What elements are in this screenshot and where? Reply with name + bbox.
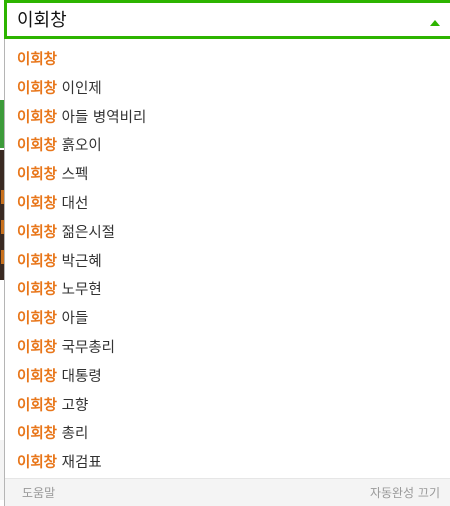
suggestion-highlight: 이회창: [17, 109, 58, 126]
suggestion-highlight: 이회창: [17, 52, 58, 68]
arrow-up-icon[interactable]: [430, 20, 440, 26]
suggestion-rest: 총리: [57, 426, 89, 443]
suggestion-rest: 이인제: [57, 80, 102, 97]
dropdown-footer: 도움말 자동완성 끄기: [5, 478, 450, 506]
suggestion-item[interactable]: 이회창 총리: [5, 420, 450, 449]
suggestion-item[interactable]: 이회창 흙오이: [5, 132, 450, 161]
suggestion-highlight: 이회창: [17, 138, 58, 155]
autocomplete-off-button[interactable]: 자동완성 끄기: [370, 484, 440, 501]
suggestion-highlight: 이회창: [17, 167, 58, 184]
suggestion-item[interactable]: 이회창 젊은시절: [5, 219, 450, 248]
suggestion-highlight: 이회창: [17, 426, 58, 443]
suggestion-item[interactable]: 이회창 재검표: [5, 449, 450, 478]
suggestion-item[interactable]: 이회창 아들 병역비리: [5, 104, 450, 133]
suggestion-rest: 대통령: [57, 368, 102, 385]
suggestion-highlight: 이회창: [17, 339, 58, 356]
suggestion-item[interactable]: 이회창 박근혜: [5, 248, 450, 277]
suggestion-highlight: 이회창: [17, 397, 58, 414]
suggestion-rest: 아들: [57, 311, 89, 328]
suggestion-rest: 아들 병역비리: [57, 109, 147, 126]
suggestion-rest: 고향: [57, 397, 89, 414]
suggestion-highlight: 이회창: [17, 282, 58, 299]
suggestion-item[interactable]: 이회창 고향: [5, 392, 450, 421]
help-link[interactable]: 도움말: [22, 484, 55, 501]
suggestion-rest: 스펙: [57, 167, 89, 184]
search-box[interactable]: 이회창: [4, 0, 450, 39]
suggestion-rest: 젊은시절: [57, 224, 115, 241]
suggestion-highlight: 이회창: [17, 80, 58, 97]
suggestion-highlight: 이회창: [17, 311, 58, 328]
search-input[interactable]: 이회창: [17, 9, 67, 33]
suggestion-highlight: 이회창: [17, 253, 58, 270]
suggestion-rest: 재검표: [57, 455, 102, 472]
suggestion-item[interactable]: 이회창 이인제: [5, 75, 450, 104]
suggestion-list: 이회창 이회창 이인제 이회창 아들 병역비리 이회창 흙오이 이회창 스펙 이…: [5, 46, 450, 478]
suggestion-rest: 흙오이: [57, 138, 102, 155]
suggestion-rest: 박근혜: [57, 253, 102, 270]
suggestion-item[interactable]: 이회창 대통령: [5, 363, 450, 392]
suggestion-rest: 국무총리: [57, 339, 115, 356]
suggestion-item[interactable]: 이회창 대선: [5, 190, 450, 219]
suggestion-item[interactable]: 이회창 노무현: [5, 276, 450, 305]
suggestion-highlight: 이회창: [17, 195, 58, 212]
suggestion-item[interactable]: 이회창 국무총리: [5, 334, 450, 363]
suggestion-item[interactable]: 이회창: [5, 46, 450, 75]
suggestion-rest: 노무현: [57, 282, 102, 299]
suggestion-item[interactable]: 이회창 스펙: [5, 161, 450, 190]
autocomplete-dropdown: 이회창 이회창 이인제 이회창 아들 병역비리 이회창 흙오이 이회창 스펙 이…: [4, 39, 450, 506]
page: 이회창 이회창 이회창 이인제 이회창 아들 병역비리 이회창 흙오이 이회창 …: [0, 0, 450, 506]
suggestion-item[interactable]: 이회창 아들: [5, 305, 450, 334]
suggestion-rest: 대선: [57, 195, 89, 212]
suggestion-highlight: 이회창: [17, 368, 58, 385]
suggestion-highlight: 이회창: [17, 224, 58, 241]
suggestion-highlight: 이회창: [17, 455, 58, 472]
